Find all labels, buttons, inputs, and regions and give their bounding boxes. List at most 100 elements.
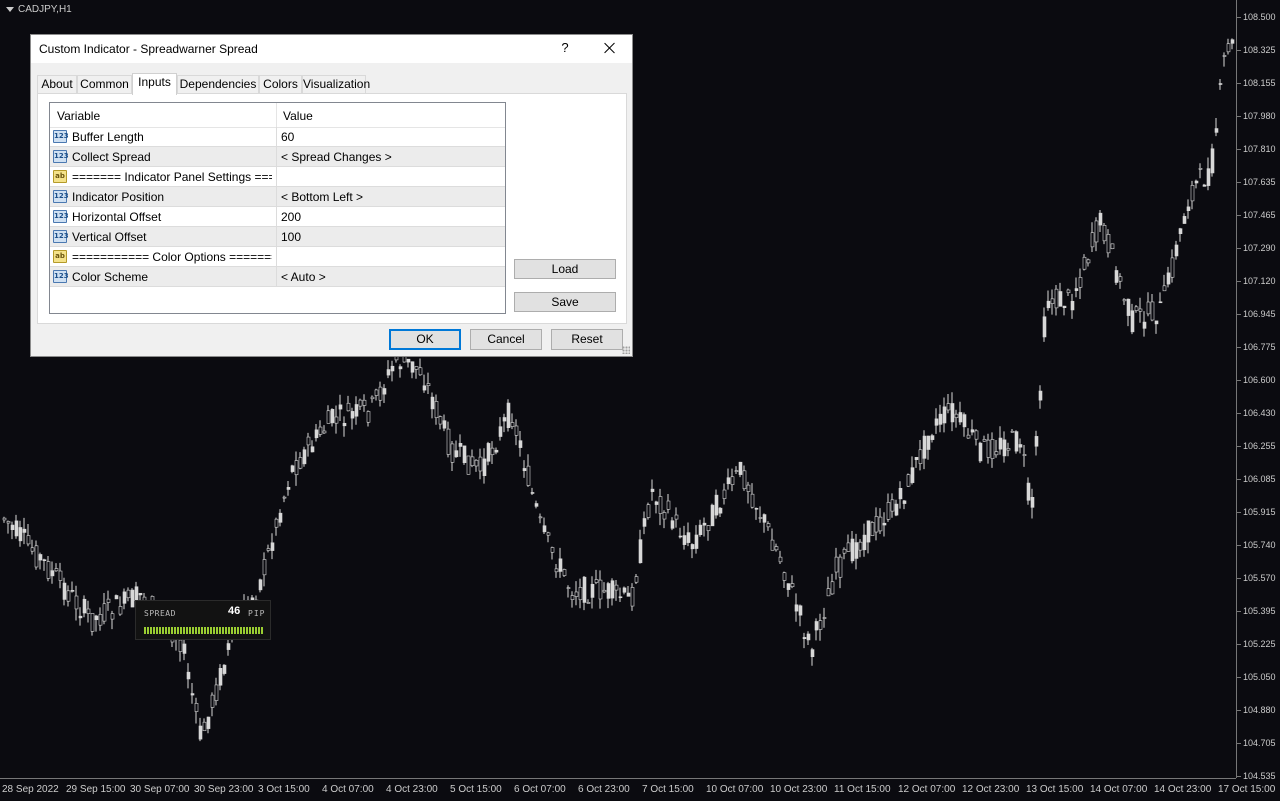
dialog-titlebar[interactable]: Custom Indicator - Spreadwarner Spread ? — [31, 35, 632, 63]
price-label: 106.945 — [1243, 309, 1276, 319]
price-label: 104.880 — [1243, 705, 1276, 715]
price-label: 108.500 — [1243, 12, 1276, 22]
candle-body — [102, 603, 107, 622]
candle-body — [822, 617, 827, 619]
candle-body — [734, 470, 739, 472]
price-tick — [1237, 479, 1241, 480]
candle-body — [810, 649, 815, 658]
candle-body — [938, 413, 943, 425]
candle-body — [138, 592, 143, 596]
candle-body — [70, 590, 75, 592]
ok-button[interactable]: OK — [389, 329, 461, 350]
variable-name: Horizontal Offset — [72, 210, 162, 224]
table-row[interactable]: 123 Color Scheme < Auto > — [50, 267, 505, 287]
price-label: 107.465 — [1243, 210, 1276, 220]
reset-button[interactable]: Reset — [551, 329, 623, 350]
tab-about[interactable]: About — [37, 75, 77, 93]
tab-inputs[interactable]: Inputs — [132, 73, 177, 95]
table-row[interactable]: 123 Indicator Position < Bottom Left > — [50, 187, 505, 207]
candle-body — [614, 584, 619, 591]
chevron-down-icon — [6, 6, 14, 12]
variable-name: Buffer Length — [72, 130, 144, 144]
table-row[interactable]: ab =========== Color Options =========... — [50, 247, 505, 267]
variable-name: ======= Indicator Panel Settings =====..… — [72, 170, 272, 184]
column-separator — [276, 147, 277, 166]
candle-body — [1054, 288, 1059, 309]
dialog-title: Custom Indicator - Spreadwarner Spread — [39, 42, 258, 56]
save-button[interactable]: Save — [514, 292, 616, 312]
candle-body — [1182, 216, 1187, 224]
candle-body — [470, 456, 475, 467]
close-icon[interactable] — [601, 39, 619, 57]
candle-body — [126, 589, 131, 599]
load-button[interactable]: Load — [514, 259, 616, 279]
tab-colors[interactable]: Colors — [259, 75, 302, 93]
candle-body — [346, 402, 351, 412]
candle-body — [626, 592, 631, 597]
table-row[interactable]: 123 Vertical Offset 100 — [50, 227, 505, 247]
header-divider[interactable] — [276, 103, 277, 127]
column-separator — [276, 167, 277, 186]
candle-body — [498, 426, 503, 437]
candle-body — [1170, 257, 1175, 278]
header-value[interactable]: Value — [283, 109, 313, 123]
variable-name: Color Scheme — [72, 270, 149, 284]
variable-name: Vertical Offset — [72, 230, 147, 244]
spread-unit: PIP — [248, 609, 266, 618]
candle-body — [638, 539, 643, 564]
time-axis: 28 Sep 2022 29 Sep 15:00 30 Sep 07:00 30 Se… — [0, 778, 1275, 801]
candle-body — [586, 602, 591, 604]
tab-visualization[interactable]: Visualization — [302, 75, 370, 93]
candle-body — [1066, 289, 1071, 294]
variable-value[interactable]: < Bottom Left > — [281, 190, 363, 204]
variable-value[interactable]: 100 — [281, 230, 301, 244]
table-row[interactable]: ab ======= Indicator Panel Settings =====… — [50, 167, 505, 187]
time-label: 3 Oct 15:00 — [258, 784, 310, 795]
candle-body — [1006, 448, 1011, 451]
candle-body — [342, 422, 347, 427]
time-label: 11 Oct 15:00 — [834, 784, 891, 795]
tab-common[interactable]: Common — [77, 75, 132, 93]
candle-body — [1138, 308, 1143, 312]
table-row[interactable]: 123 Collect Spread < Spread Changes > — [50, 147, 505, 167]
candle-body — [926, 435, 931, 450]
table-row[interactable]: 123 Buffer Length 60 — [50, 127, 505, 147]
candle-body — [362, 399, 367, 406]
resize-grip-icon[interactable] — [622, 346, 630, 354]
time-label: 29 Sep 15:00 — [66, 784, 126, 795]
candle-body — [1142, 321, 1147, 329]
candle-body — [298, 457, 303, 469]
candle-body — [642, 518, 647, 527]
candle-body — [22, 528, 27, 533]
symbol-label[interactable]: CADJPY,H1 — [6, 4, 72, 15]
variable-value[interactable]: 60 — [281, 130, 294, 144]
candle-body — [490, 447, 495, 456]
price-label: 106.085 — [1243, 474, 1276, 484]
number-type-icon: 123 — [53, 230, 69, 243]
candle-body — [110, 613, 115, 620]
candle-body — [990, 439, 995, 459]
help-button[interactable]: ? — [559, 39, 571, 57]
table-row[interactable]: 123 Horizontal Offset 200 — [50, 207, 505, 227]
candle-body — [786, 583, 791, 590]
variable-value[interactable]: < Auto > — [281, 270, 326, 284]
time-label: 5 Oct 15:00 — [450, 784, 502, 795]
candle-body — [442, 420, 447, 429]
number-type-icon: 123 — [53, 130, 69, 143]
candle-body — [94, 615, 99, 621]
price-axis: 108.500 108.325 108.155 107.980 107.810 107.6… — [1236, 0, 1280, 781]
candle-body — [558, 558, 563, 572]
cancel-button[interactable]: Cancel — [470, 329, 542, 350]
variable-value[interactable]: < Spread Changes > — [281, 150, 392, 164]
candle-body — [666, 500, 671, 510]
candle-body — [790, 583, 795, 588]
candle-body — [1098, 212, 1103, 226]
candle-body — [1062, 305, 1067, 308]
candle-body — [802, 637, 807, 639]
candle-body — [658, 496, 663, 514]
spread-value: 46 — [228, 605, 241, 617]
candle-body — [1190, 185, 1195, 202]
variable-value[interactable]: 200 — [281, 210, 301, 224]
header-variable[interactable]: Variable — [57, 109, 100, 123]
tab-dependencies[interactable]: Dependencies — [177, 75, 259, 93]
